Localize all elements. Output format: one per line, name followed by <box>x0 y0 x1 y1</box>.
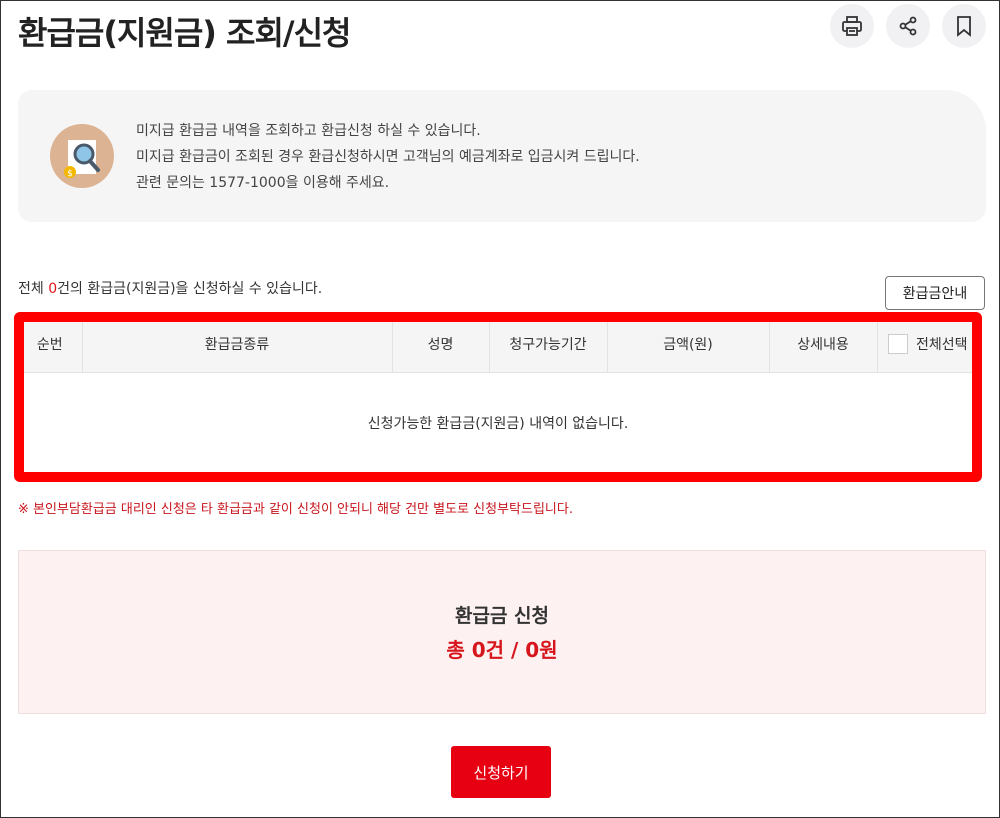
column-header-period: 청구가능기간 <box>489 316 608 373</box>
column-header-select-all: 전체선택 <box>877 316 978 373</box>
apply-total: 총 0건 / 0원 <box>446 638 558 662</box>
bookmark-icon <box>957 16 971 37</box>
column-header-name: 성명 <box>392 316 490 373</box>
share-icon <box>899 16 917 36</box>
select-all-checkbox[interactable] <box>887 333 908 354</box>
summary-text: 전체 0건의 환급금(지원금)을 신청하실 수 있습니다. <box>18 278 322 298</box>
empty-message: 신청가능한 환급금(지원금) 내역이 없습니다. <box>367 416 629 433</box>
page-title: 환급금(지원금) 조회/신청 <box>18 14 351 52</box>
info-line: 미지급 환급금이 조회된 경우 환급신청하시면 고객님의 예금계좌로 입금시켜 … <box>136 149 640 165</box>
table-row: 신청가능한 환급금(지원금) 내역이 없습니다. <box>18 372 978 474</box>
share-button[interactable] <box>886 4 930 48</box>
select-all-label: 전체선택 <box>915 336 968 353</box>
info-text: 미지급 환급금 내역을 조회하고 환급신청 하실 수 있습니다. 미지급 환급금… <box>136 118 640 196</box>
summary-suffix: 건의 환급금(지원금)을 신청하실 수 있습니다. <box>57 281 323 297</box>
info-line: 관련 문의는 1577-1000을 이용해 주세요. <box>136 175 390 191</box>
print-button[interactable] <box>830 4 874 48</box>
summary-count: 0 <box>48 281 58 297</box>
column-header-type: 환급금종류 <box>82 316 393 373</box>
svg-text:$: $ <box>67 169 73 179</box>
refund-guide-button[interactable]: 환급금안내 <box>885 276 985 310</box>
bookmark-button[interactable] <box>942 4 986 48</box>
apply-title: 환급금 신청 <box>454 605 549 627</box>
column-header-detail: 상세내용 <box>769 316 878 373</box>
column-header-amount: 금액(원) <box>607 316 770 373</box>
apply-summary-box: 환급금 신청 총 0건 / 0원 <box>18 550 986 714</box>
column-header-no: 순번 <box>18 316 83 373</box>
print-icon <box>842 16 862 36</box>
apply-button[interactable]: 신청하기 <box>451 746 551 798</box>
info-line: 미지급 환급금 내역을 조회하고 환급신청 하실 수 있습니다. <box>136 123 481 139</box>
search-document-icon: $ <box>50 124 114 188</box>
summary-prefix: 전체 <box>18 281 49 297</box>
info-box: $ 미지급 환급금 내역을 조회하고 환급신청 하실 수 있습니다. 미지급 환… <box>18 90 986 222</box>
notice-text: ※ 본인부담환급금 대리인 신청은 타 환급금과 같이 신청이 안되니 해당 건… <box>18 502 573 517</box>
refund-table: 순번 환급금종류 성명 청구가능기간 금액(원) 상세내용 전체선택 신청가능한… <box>18 316 978 474</box>
